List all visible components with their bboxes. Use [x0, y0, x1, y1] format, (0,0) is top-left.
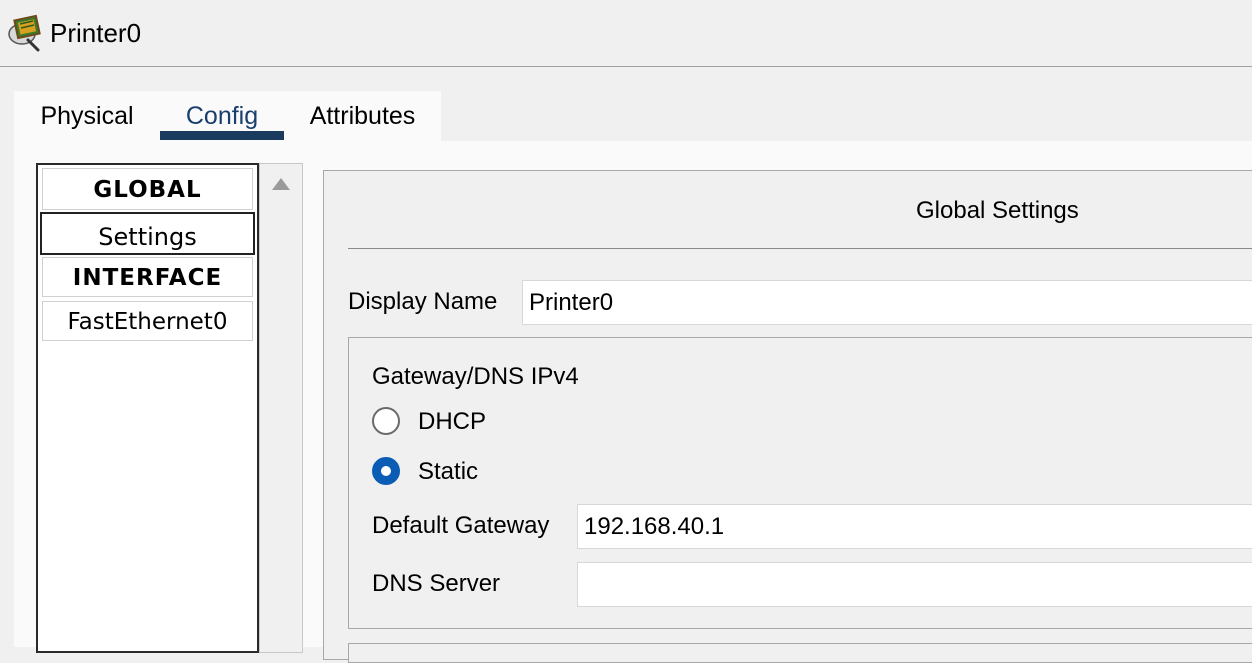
dns-server-input[interactable] [577, 562, 1252, 607]
display-name-label: Display Name [348, 288, 498, 315]
printer-device-icon [8, 14, 41, 52]
display-name-input[interactable] [522, 280, 1252, 325]
next-group-box [348, 643, 1252, 663]
dhcp-radio[interactable] [372, 407, 400, 435]
nav-header-interface: INTERFACE [42, 257, 253, 297]
radio-selected-dot-icon [381, 466, 391, 476]
nav-header-global: GLOBAL [42, 168, 253, 210]
static-radio[interactable] [372, 457, 400, 485]
window-titlebar: Printer0 [0, 0, 1252, 67]
nav-item-fastethernet0[interactable]: FastEthernet0 [42, 301, 253, 341]
tabs-bar-filler [441, 91, 1252, 141]
dns-server-label: DNS Server [372, 570, 501, 597]
tab-physical[interactable]: Physical [14, 91, 160, 141]
section-divider [348, 248, 1252, 249]
tab-attributes[interactable]: Attributes [284, 91, 441, 141]
default-gateway-label: Default Gateway [372, 512, 550, 539]
nav-item-settings[interactable]: Settings [40, 212, 255, 255]
static-radio-label[interactable]: Static [418, 457, 478, 487]
active-tab-indicator [160, 131, 284, 140]
config-nav-list: GLOBAL Settings INTERFACE FastEthernet0 [36, 163, 259, 653]
nav-scrollbar[interactable] [259, 163, 303, 653]
section-title: Global Settings [916, 197, 1079, 224]
window-title: Printer0 [50, 18, 142, 48]
default-gateway-input[interactable] [577, 504, 1252, 549]
gateway-dns-group-title: Gateway/DNS IPv4 [372, 363, 579, 390]
scroll-up-arrow-icon[interactable] [272, 178, 290, 190]
dhcp-radio-label[interactable]: DHCP [418, 407, 486, 437]
